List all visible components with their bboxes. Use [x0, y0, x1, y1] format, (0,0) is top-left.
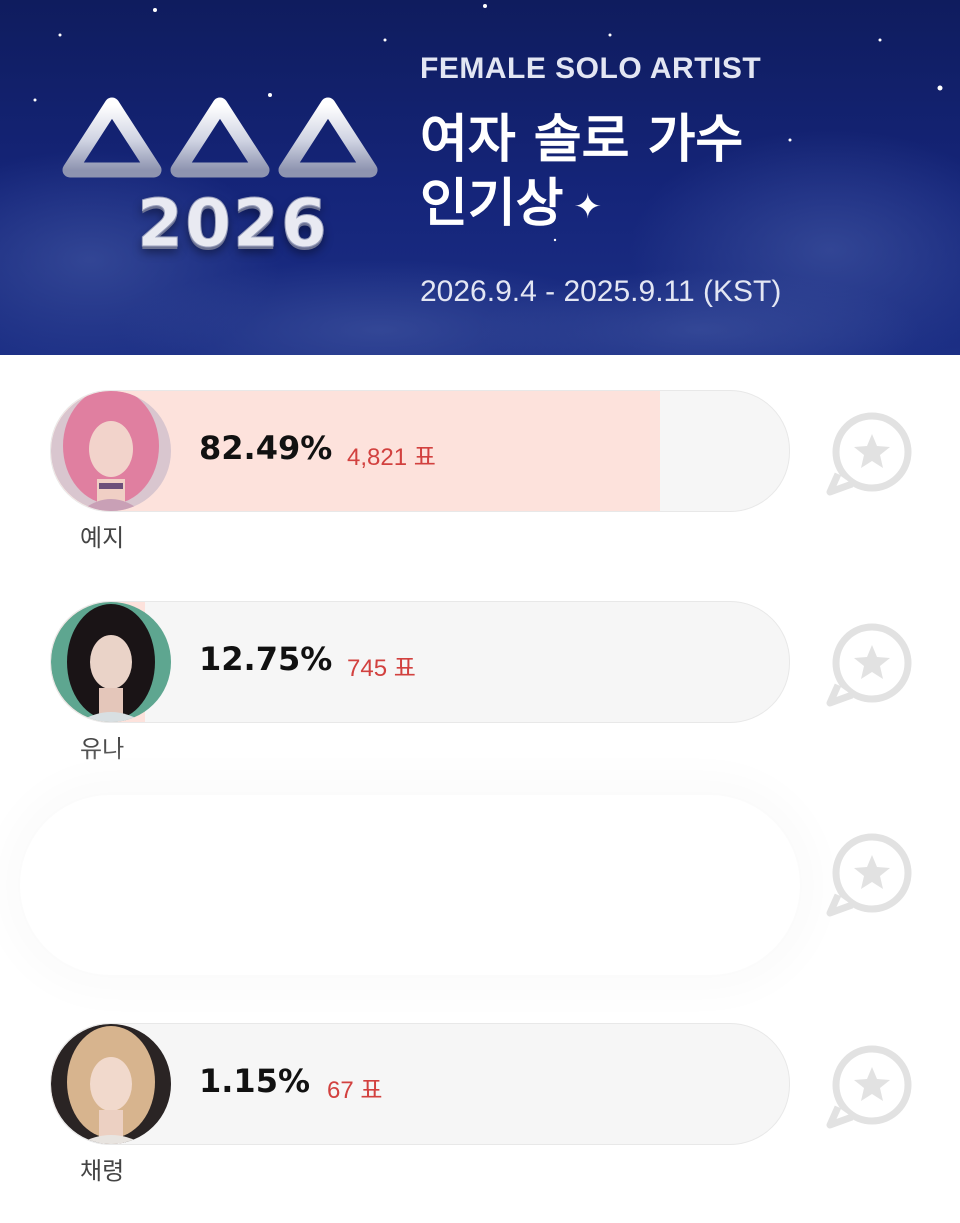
vote-entry: 1.15% 67 표 채령: [0, 1023, 960, 1223]
blur-mask: [20, 795, 800, 975]
artist-avatar: [51, 391, 171, 511]
star-speech-bubble-icon: [826, 412, 912, 496]
vote-count: 67 표: [327, 1077, 383, 1104]
award-title-line1: 여자 솔로 가수: [420, 110, 744, 170]
star-speech-bubble-icon: [826, 1045, 912, 1129]
vote-percent: 1.15%: [199, 1062, 311, 1100]
vote-share-bar: 12.75% 745 표: [50, 601, 790, 723]
vote-button[interactable]: [826, 623, 916, 707]
vote-percent: 82.49%: [199, 429, 333, 467]
artist-name: 예지: [80, 524, 125, 552]
award-title: 여자 솔로 가수 인기상 ✦: [420, 108, 840, 239]
logo-year: 2026: [137, 185, 329, 263]
vote-entry: 82.49% 4,821 표 예지: [0, 390, 960, 590]
award-title-line2-text: 인기상: [420, 174, 564, 234]
artist-avatar: [51, 1024, 171, 1144]
artist-name: 유나: [80, 735, 125, 763]
award-title-line2: 인기상 ✦: [420, 172, 840, 239]
vote-button[interactable]: [826, 412, 916, 496]
voting-period: 2026.9.4 - 2025.9.11 (KST): [420, 275, 782, 308]
artist-avatar: [51, 602, 171, 722]
vote-entry: 12.75% 745 표 유나: [0, 601, 960, 801]
vote-button[interactable]: [826, 1045, 916, 1129]
vote-button[interactable]: [826, 833, 916, 917]
vote-percent: 12.75%: [199, 640, 333, 678]
vote-share-bar: 82.49% 4,821 표: [50, 390, 790, 512]
hidden-entry-overlay: [0, 775, 960, 995]
star-speech-bubble-icon: [826, 623, 912, 707]
award-category-english: FEMALE SOLO ARTIST: [420, 52, 762, 85]
star-speech-bubble-icon: [826, 833, 912, 917]
sparkle-icon: ✦: [573, 187, 603, 227]
artist-name: 채령: [80, 1157, 125, 1185]
vote-count: 745 표: [347, 655, 416, 682]
award-banner: 2026 FEMALE SOLO ARTIST 여자 솔로 가수 인기상 ✦ 20…: [0, 0, 960, 355]
vote-count: 4,821 표: [347, 444, 436, 471]
vote-share-bar: 1.15% 67 표: [50, 1023, 790, 1145]
